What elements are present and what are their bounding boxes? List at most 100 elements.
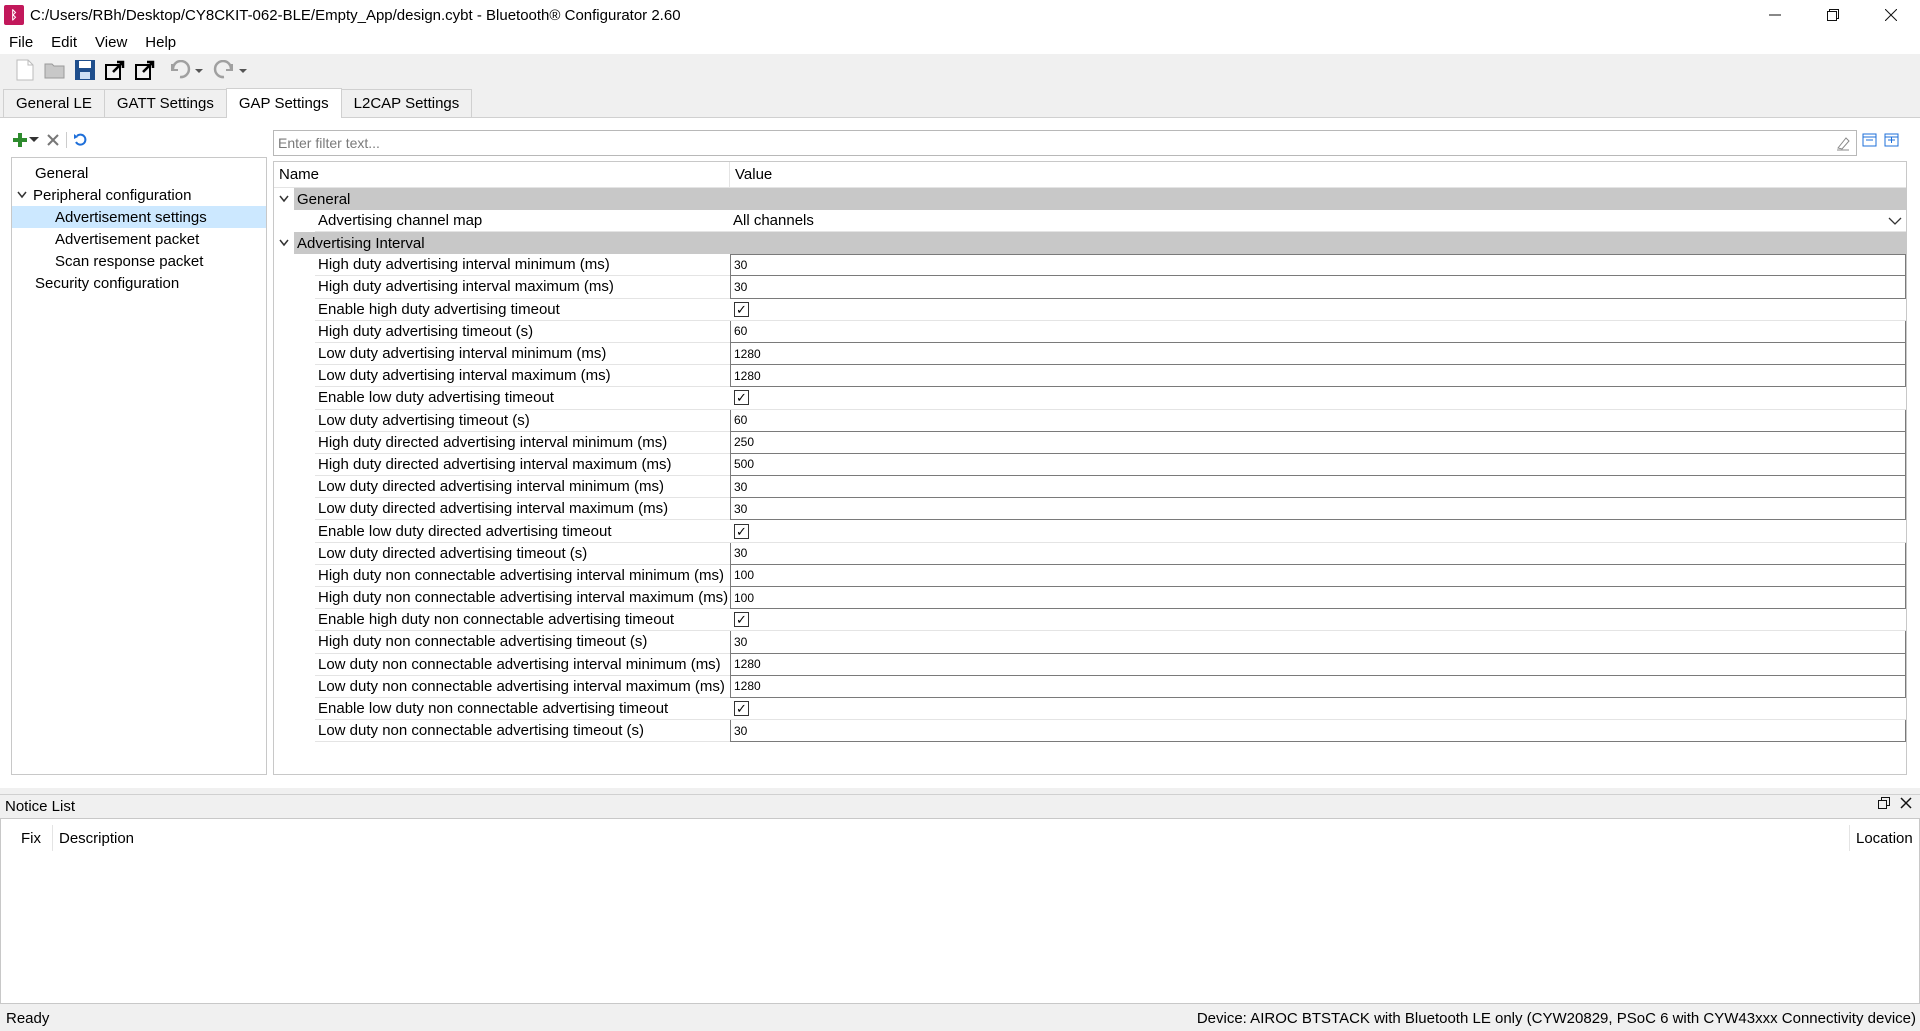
device-info: Device: AIROC BTSTACK with Bluetooth LE … bbox=[1196, 1010, 1916, 1027]
checkbox[interactable]: ✓ bbox=[734, 612, 749, 628]
prop-name: Enable low duty directed advertising tim… bbox=[315, 520, 730, 543]
chevron-down-icon[interactable] bbox=[274, 195, 294, 203]
undo-icon bbox=[171, 60, 203, 79]
menu-edit[interactable]: Edit bbox=[42, 34, 86, 51]
menu-view[interactable]: View bbox=[86, 34, 136, 51]
chevron-down-icon[interactable] bbox=[15, 188, 29, 202]
add-button[interactable] bbox=[12, 132, 40, 148]
prop-row: Enable high duty non connectable adverti… bbox=[315, 609, 1906, 632]
menu-help[interactable]: Help bbox=[136, 34, 185, 51]
expand-collapse-buttons bbox=[1862, 132, 1900, 148]
select-value: All channels bbox=[733, 212, 814, 230]
tree-item-advertisement-settings[interactable]: Advertisement settings bbox=[12, 206, 266, 228]
gap-settings-tree: General Peripheral configuration Adverti… bbox=[11, 157, 267, 775]
save-button[interactable] bbox=[72, 57, 98, 83]
section-general[interactable]: General bbox=[274, 188, 1906, 210]
tree-item-label: Peripheral configuration bbox=[33, 186, 192, 204]
filter-box bbox=[273, 130, 1857, 156]
prop-row: High duty advertising interval minimum (… bbox=[315, 254, 1906, 277]
minimize-button[interactable] bbox=[1746, 0, 1804, 30]
prop-name: High duty directed advertising interval … bbox=[315, 432, 730, 454]
value-input[interactable]: 30 bbox=[730, 254, 1906, 277]
tree-item-label: Advertisement settings bbox=[55, 208, 207, 226]
undo-button[interactable] bbox=[166, 57, 206, 83]
value-input[interactable]: 1280 bbox=[730, 653, 1906, 676]
value-input[interactable]: 30 bbox=[730, 498, 1906, 521]
checkmark-icon: ✓ bbox=[736, 612, 747, 628]
column-header-location[interactable]: Location bbox=[1849, 825, 1919, 851]
checkbox[interactable]: ✓ bbox=[734, 301, 749, 317]
prop-row: High duty non connectable advertising in… bbox=[315, 587, 1906, 610]
delete-icon[interactable] bbox=[46, 133, 60, 147]
bluetooth-configurator-icon: ᛒ bbox=[4, 5, 24, 25]
export-alt-button[interactable] bbox=[132, 57, 158, 83]
tree-item-general[interactable]: General bbox=[12, 162, 266, 184]
tree-toolbar bbox=[12, 128, 87, 152]
prop-name: High duty non connectable advertising ti… bbox=[315, 631, 730, 654]
checkbox[interactable]: ✓ bbox=[734, 523, 749, 539]
value-input[interactable]: 1280 bbox=[730, 675, 1906, 698]
clear-filter-button[interactable] bbox=[1830, 132, 1856, 154]
tab-l2cap-settings[interactable]: L2CAP Settings bbox=[340, 89, 473, 117]
menu-file[interactable]: File bbox=[0, 34, 42, 51]
tree-item-advertisement-packet[interactable]: Advertisement packet bbox=[12, 228, 266, 250]
value-input[interactable]: 1280 bbox=[730, 365, 1906, 388]
notice-list-header: Notice List bbox=[0, 794, 1920, 818]
column-header-value[interactable]: Value bbox=[730, 162, 1906, 187]
value-input[interactable]: 60 bbox=[730, 409, 1906, 432]
open-button[interactable] bbox=[42, 57, 68, 83]
redo-button[interactable] bbox=[210, 57, 250, 83]
prop-row: Low duty non connectable advertising int… bbox=[315, 675, 1906, 698]
expand-all-icon[interactable] bbox=[1884, 132, 1900, 148]
prop-name: Low duty advertising interval minimum (m… bbox=[315, 343, 730, 366]
menu-bar: File Edit View Help bbox=[0, 30, 1920, 54]
new-file-button[interactable] bbox=[12, 57, 38, 83]
section-advertising-interval[interactable]: Advertising Interval bbox=[274, 232, 1906, 255]
main-toolbar bbox=[0, 54, 1920, 86]
float-icon[interactable] bbox=[1878, 797, 1890, 809]
refresh-icon[interactable] bbox=[73, 133, 87, 147]
checkbox[interactable]: ✓ bbox=[734, 390, 749, 406]
prop-name: Low duty non connectable advertising tim… bbox=[315, 720, 730, 743]
value-input[interactable]: 100 bbox=[730, 564, 1906, 587]
filter-input[interactable] bbox=[278, 135, 1830, 151]
value-input[interactable]: 250 bbox=[730, 431, 1906, 454]
advertising-channel-map-select[interactable]: All channels bbox=[730, 210, 1906, 233]
tree-item-security-configuration[interactable]: Security configuration bbox=[12, 272, 266, 294]
close-button[interactable] bbox=[1862, 0, 1920, 30]
column-header-fix[interactable]: Fix bbox=[1, 825, 53, 851]
value-input[interactable]: 30 bbox=[730, 276, 1906, 299]
tab-gap-settings[interactable]: GAP Settings bbox=[225, 88, 342, 118]
prop-name: High duty directed advertising interval … bbox=[315, 454, 730, 477]
tree-item-label: General bbox=[35, 164, 89, 182]
tab-gatt-settings[interactable]: GATT Settings bbox=[103, 89, 227, 117]
value-input[interactable]: 1280 bbox=[730, 342, 1906, 366]
redo-icon bbox=[213, 60, 247, 79]
chevron-down-icon[interactable] bbox=[274, 239, 294, 247]
value-input[interactable]: 30 bbox=[730, 542, 1906, 565]
tree-item-peripheral-configuration[interactable]: Peripheral configuration bbox=[12, 184, 266, 206]
prop-row: High duty directed advertising interval … bbox=[315, 431, 1906, 454]
new-file-icon bbox=[16, 59, 34, 81]
value-input[interactable]: 30 bbox=[730, 476, 1906, 499]
value-input[interactable]: 500 bbox=[730, 453, 1906, 477]
tree-item-label: Security configuration bbox=[35, 274, 180, 292]
tab-general-le[interactable]: General LE bbox=[3, 89, 105, 117]
status-text: Ready bbox=[6, 1010, 50, 1027]
close-icon[interactable] bbox=[1900, 797, 1912, 809]
prop-row: Low duty directed advertising timeout (s… bbox=[315, 542, 1906, 565]
column-header-description[interactable]: Description bbox=[53, 825, 1849, 851]
value-input[interactable]: 30 bbox=[730, 720, 1906, 743]
export-button[interactable] bbox=[102, 57, 128, 83]
column-header-name[interactable]: Name bbox=[274, 162, 730, 187]
value-input[interactable]: 100 bbox=[730, 587, 1906, 610]
value-input[interactable]: 60 bbox=[730, 320, 1906, 343]
tree-item-scan-response-packet[interactable]: Scan response packet bbox=[12, 250, 266, 272]
collapse-all-icon[interactable] bbox=[1862, 132, 1878, 148]
section-label: General bbox=[294, 188, 1906, 210]
notice-list-title: Notice List bbox=[5, 798, 76, 815]
restore-button[interactable] bbox=[1804, 0, 1862, 30]
checkbox[interactable]: ✓ bbox=[734, 701, 749, 717]
value-input[interactable]: 30 bbox=[730, 631, 1906, 654]
export-icon bbox=[105, 60, 125, 80]
